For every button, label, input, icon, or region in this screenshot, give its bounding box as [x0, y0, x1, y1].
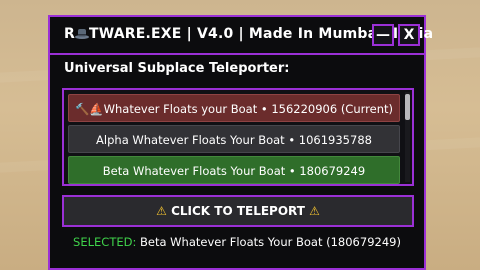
teleport-button-label: CLICK TO TELEPORT: [171, 204, 305, 218]
title-divider: [50, 53, 424, 55]
list-item[interactable]: Alpha Whatever Floats Your Boat • 106193…: [68, 125, 400, 153]
list-item-selected[interactable]: Beta Whatever Floats Your Boat • 1806792…: [68, 156, 400, 184]
selected-label: SELECTED:: [73, 235, 137, 249]
selected-value: Beta Whatever Floats Your Boat (18067924…: [140, 235, 401, 249]
section-title: Universal Subplace Teleporter:: [64, 61, 290, 76]
warning-icon: ⚠: [309, 204, 320, 218]
warning-icon: ⚠: [156, 204, 167, 218]
hat-icon: [74, 29, 89, 39]
close-button[interactable]: X: [398, 24, 420, 46]
teleport-button[interactable]: ⚠ CLICK TO TELEPORT ⚠: [62, 195, 414, 227]
minimize-button[interactable]: —: [372, 24, 394, 46]
tools-boat-icon: 🔨⛵: [74, 102, 104, 116]
scrollbar-thumb[interactable]: [405, 94, 410, 120]
list-item-label: Whatever Floats your Boat • 156220906 (C…: [103, 102, 393, 116]
title-prefix: R: [64, 26, 75, 42]
teleporter-window: R TWARE.EXE | V4.0 | Made In Mumbai, Indi…: [48, 15, 433, 270]
selected-status: SELECTED: Beta Whatever Floats Your Boat…: [50, 235, 424, 249]
title-bar[interactable]: R TWARE.EXE | V4.0 | Made In Mumbai, Indi…: [50, 17, 433, 53]
list-item-current[interactable]: 🔨⛵Whatever Floats your Boat • 156220906 …: [68, 94, 400, 122]
subplace-list[interactable]: 🔨⛵Whatever Floats your Boat • 156220906 …: [62, 88, 414, 186]
